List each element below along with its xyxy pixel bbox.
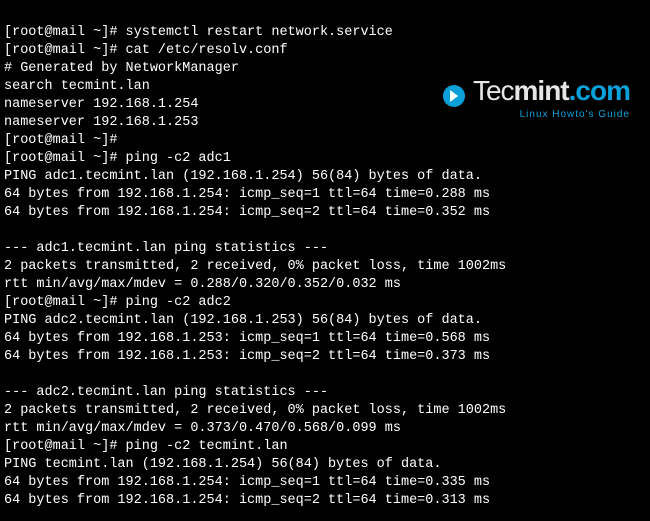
output-line: [root@mail ~]# systemctl restart network… — [4, 25, 393, 40]
output-line: 2 packets transmitted, 2 received, 0% pa… — [4, 403, 506, 418]
output-line: PING tecmint.lan (192.168.1.254) 56(84) … — [4, 457, 441, 472]
output-line: # Generated by NetworkManager — [4, 61, 239, 76]
output-line: 64 bytes from 192.168.1.254: icmp_seq=1 … — [4, 187, 490, 202]
output-line: [root@mail ~]# cat /etc/resolv.conf — [4, 43, 288, 58]
output-line: PING adc2.tecmint.lan (192.168.1.253) 56… — [4, 313, 482, 328]
output-line: --- adc1.tecmint.lan ping statistics --- — [4, 241, 328, 256]
output-line: [root@mail ~]# — [4, 133, 117, 148]
terminal-output[interactable]: [root@mail ~]# systemctl restart network… — [0, 0, 650, 521]
output-line: [root@mail ~]# ping -c2 adc1 — [4, 151, 231, 166]
output-line: search tecmint.lan — [4, 79, 150, 94]
output-line: [root@mail ~]# ping -c2 adc2 — [4, 295, 231, 310]
output-line: 64 bytes from 192.168.1.253: icmp_seq=2 … — [4, 349, 490, 364]
output-line: 64 bytes from 192.168.1.253: icmp_seq=1 … — [4, 331, 490, 346]
output-line: PING adc1.tecmint.lan (192.168.1.254) 56… — [4, 169, 482, 184]
output-line: nameserver 192.168.1.254 — [4, 97, 198, 112]
output-line: --- adc2.tecmint.lan ping statistics --- — [4, 385, 328, 400]
output-line: 64 bytes from 192.168.1.254: icmp_seq=2 … — [4, 493, 490, 508]
output-line: nameserver 192.168.1.253 — [4, 115, 198, 130]
output-line: rtt min/avg/max/mdev = 0.373/0.470/0.568… — [4, 421, 401, 436]
output-line: 64 bytes from 192.168.1.254: icmp_seq=2 … — [4, 205, 490, 220]
output-line: [root@mail ~]# ping -c2 tecmint.lan — [4, 439, 288, 454]
output-line: 2 packets transmitted, 2 received, 0% pa… — [4, 259, 506, 274]
output-line: rtt min/avg/max/mdev = 0.288/0.320/0.352… — [4, 277, 401, 292]
output-line: 64 bytes from 192.168.1.254: icmp_seq=1 … — [4, 475, 490, 490]
